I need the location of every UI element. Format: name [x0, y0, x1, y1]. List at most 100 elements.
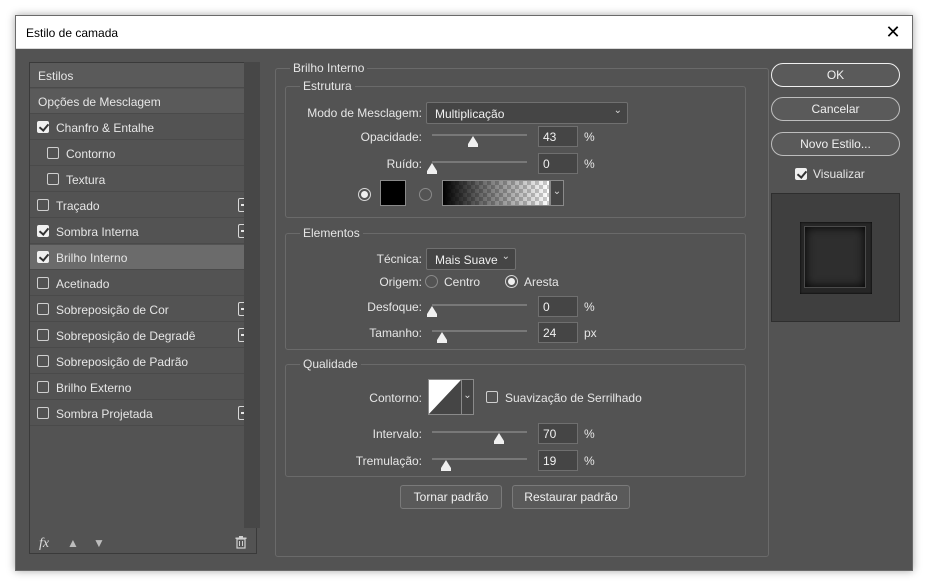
sobreposicao-cor-checkbox[interactable]	[37, 303, 49, 315]
blend-mode-value: Multiplicação	[435, 107, 505, 121]
choke-slider[interactable]	[427, 299, 527, 319]
list-item-tracado[interactable]: Traçado	[30, 193, 256, 218]
preview-swatch-inner	[804, 226, 866, 288]
range-slider-thumb[interactable]	[493, 433, 504, 444]
acetinado-checkbox[interactable]	[37, 277, 49, 289]
list-item-label: Sombra Interna	[56, 225, 139, 239]
jitter-input[interactable]: 19	[538, 450, 578, 471]
size-input[interactable]: 24	[538, 322, 578, 343]
cancel-button[interactable]: Cancelar	[771, 97, 900, 121]
trash-icon[interactable]	[235, 536, 247, 552]
range-slider[interactable]	[432, 426, 527, 446]
dialog-title: Estilo de camada	[26, 26, 119, 40]
sobreposicao-degrade-checkbox[interactable]	[37, 329, 49, 341]
list-item-label: Sobreposição de Degradê	[56, 329, 196, 343]
list-item-sobreposicao-padrao[interactable]: Sobreposição de Padrão	[30, 349, 256, 374]
source-center-radio[interactable]	[425, 275, 438, 288]
arrow-down-icon[interactable]: ▼	[93, 536, 105, 550]
noise-input[interactable]: 0	[538, 153, 578, 174]
chevron-down-icon: ⌄	[613, 105, 622, 116]
noise-slider[interactable]	[427, 156, 527, 176]
choke-label: Desfoque:	[367, 300, 422, 314]
sombra-projetada-checkbox[interactable]	[37, 407, 49, 419]
brilho-externo-checkbox[interactable]	[37, 381, 49, 393]
opacity-slider[interactable]	[432, 129, 527, 149]
list-item-sobreposicao-degrade[interactable]: Sobreposição de Degradê	[30, 323, 256, 348]
style-preview	[771, 193, 900, 322]
tracado-checkbox[interactable]	[37, 199, 49, 211]
layer-style-dialog: Estilo de camada ✕ Estilos Opções de Mes…	[15, 15, 913, 571]
list-item-label: Sobreposição de Padrão	[56, 355, 189, 369]
blend-mode-select[interactable]: Multiplicação ⌄	[426, 102, 628, 124]
technique-select[interactable]: Mais Suave ⌄	[426, 248, 516, 270]
size-slider[interactable]	[432, 325, 527, 345]
list-item-label: Contorno	[66, 147, 116, 161]
new-style-button[interactable]: Novo Estilo...	[771, 132, 900, 156]
jitter-slider-thumb[interactable]	[441, 460, 452, 471]
arrow-up-icon[interactable]: ▲	[67, 536, 79, 550]
style-list: Estilos Opções de Mesclagem Chanfro & En…	[29, 62, 257, 554]
estrutura-group: Estrutura Modo de Mesclagem: Multiplicaç…	[285, 79, 746, 218]
sombra-interna-checkbox[interactable]	[37, 225, 49, 237]
reset-default-button[interactable]: Restaurar padrão	[512, 485, 630, 509]
blend-mode-label: Modo de Mesclagem:	[307, 106, 422, 120]
list-item-chanfro-entalhe[interactable]: Chanfro & Entalhe	[30, 115, 256, 140]
preview-swatch-outer	[800, 222, 872, 294]
jitter-slider[interactable]	[432, 453, 527, 473]
technique-value: Mais Suave	[435, 253, 498, 267]
chevron-down-icon[interactable]: ⌄	[550, 180, 564, 206]
antialias-label: Suavização de Serrilhado	[505, 391, 642, 405]
contorno-checkbox[interactable]	[47, 147, 59, 159]
list-item-opcoes-mesclagem[interactable]: Opções de Mesclagem	[30, 89, 256, 114]
list-item-estilos[interactable]: Estilos	[30, 63, 256, 88]
opacity-input[interactable]: 43	[538, 126, 578, 147]
list-item-label: Opções de Mesclagem	[38, 95, 161, 109]
range-input[interactable]: 70	[538, 423, 578, 444]
opacity-slider-thumb[interactable]	[467, 136, 478, 147]
chevron-down-icon[interactable]: ⌄	[461, 379, 474, 415]
choke-slider-thumb[interactable]	[427, 306, 437, 317]
glow-color-swatch[interactable]	[380, 180, 406, 206]
brilho-interno-panel: Brilho Interno Estrutura Modo de Mesclag…	[275, 61, 769, 557]
list-item-acetinado[interactable]: Acetinado	[30, 271, 256, 296]
list-item-brilho-interno[interactable]: Brilho Interno	[30, 245, 256, 270]
list-item-brilho-externo[interactable]: Brilho Externo	[30, 375, 256, 400]
noise-label: Ruído:	[386, 157, 422, 171]
qualidade-group: Qualidade Contorno: ⌄ Suavização de Serr…	[285, 357, 746, 477]
size-slider-thumb[interactable]	[436, 332, 447, 343]
chanfro-checkbox[interactable]	[37, 121, 49, 133]
contour-preview[interactable]	[428, 379, 462, 415]
solid-color-radio[interactable]	[358, 188, 371, 201]
gradient-picker[interactable]	[442, 180, 550, 206]
panel-title: Brilho Interno	[290, 61, 368, 75]
ok-button[interactable]: OK	[771, 63, 900, 87]
list-item-sobreposicao-cor[interactable]: Sobreposição de Cor	[30, 297, 256, 322]
make-default-button[interactable]: Tornar padrão	[400, 485, 502, 509]
source-edge-radio[interactable]	[505, 275, 518, 288]
list-item-label: Brilho Interno	[56, 251, 128, 265]
brilho-interno-checkbox[interactable]	[37, 251, 49, 263]
range-unit: %	[584, 427, 595, 441]
list-item-label: Brilho Externo	[56, 381, 132, 395]
opacity-unit: %	[584, 130, 595, 144]
fx-icon[interactable]: fx	[39, 536, 49, 552]
list-item-sombra-projetada[interactable]: Sombra Projetada	[30, 401, 256, 426]
gradient-radio[interactable]	[419, 188, 432, 201]
preview-label: Visualizar	[813, 167, 865, 181]
sobreposicao-padrao-checkbox[interactable]	[37, 355, 49, 367]
size-unit: px	[584, 326, 597, 340]
textura-checkbox[interactable]	[47, 173, 59, 185]
estrutura-title: Estrutura	[300, 79, 355, 93]
jitter-label: Tremulação:	[355, 454, 422, 468]
qualidade-title: Qualidade	[300, 357, 361, 371]
choke-input[interactable]: 0	[538, 296, 578, 317]
close-icon[interactable]: ✕	[882, 22, 904, 42]
list-item-sombra-interna[interactable]: Sombra Interna	[30, 219, 256, 244]
preview-checkbox[interactable]	[795, 168, 807, 180]
antialias-checkbox[interactable]	[486, 391, 498, 403]
list-item-contorno[interactable]: Contorno	[30, 141, 256, 166]
choke-unit: %	[584, 300, 595, 314]
list-item-textura[interactable]: Textura	[30, 167, 256, 192]
noise-slider-thumb[interactable]	[427, 163, 437, 174]
style-list-scrollbar[interactable]	[244, 62, 260, 528]
